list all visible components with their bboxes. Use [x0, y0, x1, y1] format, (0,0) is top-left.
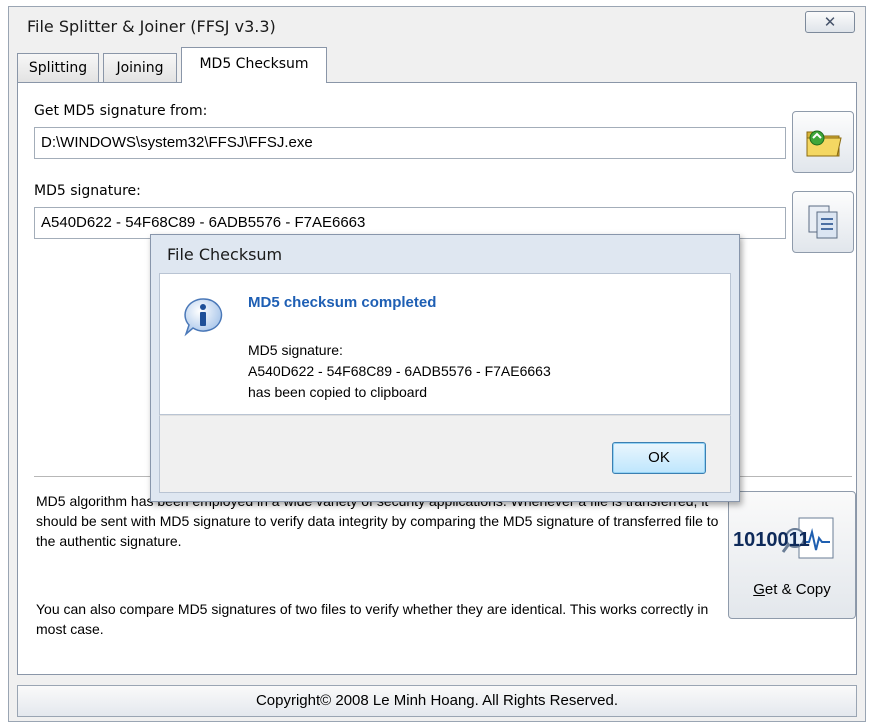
tab-label: Splitting	[28, 60, 88, 76]
title-bar[interactable]: File Splitter & Joiner (FFSJ v3.3) ✕	[9, 7, 865, 41]
tab-joining[interactable]: Joining	[103, 53, 177, 83]
tab-splitting[interactable]: Splitting	[17, 53, 99, 83]
get-copy-label-rest: et & Copy	[764, 581, 831, 598]
dialog-message-line-1: MD5 signature:	[248, 342, 343, 358]
info-icon	[184, 298, 223, 337]
close-button[interactable]: ✕	[805, 11, 855, 33]
dialog-footer: OK	[159, 415, 731, 493]
copyright-text: Copyright© 2008 Le Minh Hoang. All Right…	[255, 692, 619, 709]
dialog-message-line-2: A540D622 - 54F68C89 - 6ADB5576 - F7AE666…	[248, 363, 551, 379]
source-label: Get MD5 signature from:	[34, 103, 208, 119]
get-copy-mnemonic: G	[753, 581, 765, 598]
folder-icon	[806, 130, 842, 157]
dialog-body: MD5 checksum completed MD5 signature: A5…	[159, 273, 731, 415]
source-path-field[interactable]: D:\WINDOWS\system32\FFSJ\FFSJ.exe	[34, 127, 786, 159]
dialog-title: File Checksum	[167, 245, 283, 264]
tab-strip: Splitting Joining MD5 Checksum	[17, 47, 865, 83]
tab-label: MD5 Checksum	[199, 56, 309, 72]
tab-md5-checksum[interactable]: MD5 Checksum	[181, 47, 327, 83]
dialog-heading: MD5 checksum completed	[248, 294, 437, 311]
ok-button[interactable]: OK	[612, 442, 706, 474]
binary-text: 1010011	[733, 529, 810, 551]
tab-label: Joining	[116, 60, 164, 76]
dialog-message-line-3: has been copied to clipboard	[248, 384, 428, 400]
get-copy-label: Get & Copy	[729, 581, 855, 598]
binary-wave-icon: 1010011	[733, 517, 834, 559]
close-icon: ✕	[823, 13, 837, 31]
copy-icon	[808, 205, 838, 239]
status-bar: Copyright© 2008 Le Minh Hoang. All Right…	[17, 685, 857, 717]
description-paragraph-2: You can also compare MD5 signatures of t…	[36, 601, 709, 637]
signature-label: MD5 signature:	[34, 183, 141, 199]
copy-button[interactable]	[792, 191, 854, 253]
file-checksum-dialog: File Checksum MD5 checksum completed MD5…	[150, 234, 740, 502]
dialog-message: MD5 signature: A540D622 - 54F68C89 - 6AD…	[248, 340, 551, 403]
get-copy-button[interactable]: 1010011 Get & Copy	[728, 491, 856, 619]
browse-button[interactable]	[792, 111, 854, 173]
window-title: File Splitter & Joiner (FFSJ v3.3)	[27, 17, 276, 36]
